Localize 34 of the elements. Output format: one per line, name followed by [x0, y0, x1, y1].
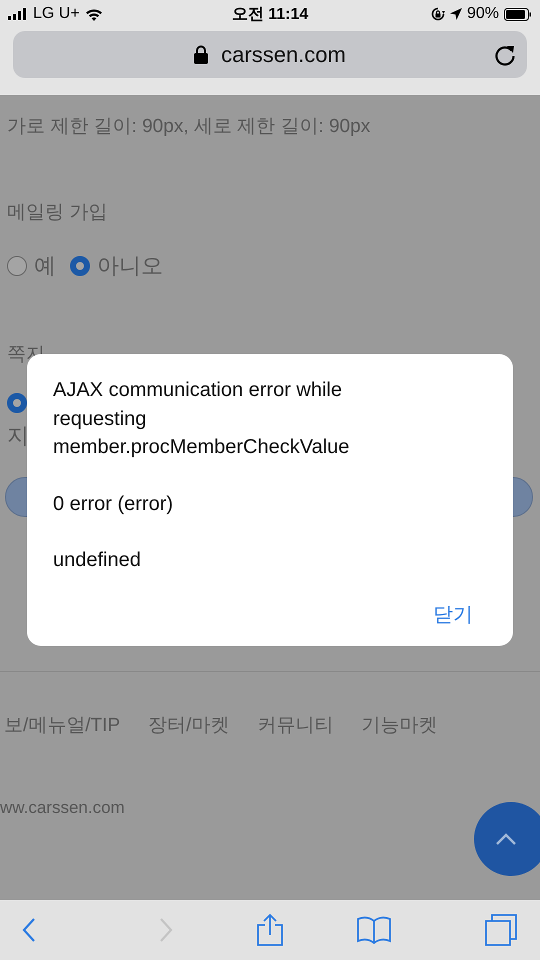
- field-label: 지: [7, 422, 29, 450]
- alert-message: 0 error (error): [53, 492, 174, 516]
- footer-url: ww.carssen.com: [0, 798, 126, 818]
- field-hint: 가로 제한 길이: 90px, 세로 제한 길이: 90px: [7, 115, 372, 139]
- tabs-icon[interactable]: [484, 913, 518, 947]
- battery-icon: [504, 8, 532, 20]
- lock-icon: [194, 45, 208, 64]
- alert-message: undefined: [53, 548, 142, 573]
- close-button[interactable]: 닫기: [419, 598, 487, 630]
- back-icon[interactable]: [22, 917, 36, 943]
- location-arrow-icon: [450, 8, 462, 20]
- radio-label[interactable]: 아니오: [97, 251, 163, 281]
- radio-button[interactable]: [7, 256, 27, 276]
- wifi-icon: [84, 8, 103, 20]
- footer-link[interactable]: 보/메뉴얼/TIP: [4, 712, 120, 738]
- battery-percent: 90%: [466, 5, 499, 23]
- address-field[interactable]: carssen.com: [13, 31, 527, 78]
- reload-icon[interactable]: [494, 44, 516, 66]
- alert-message: AJAX communication error while requesting member.procMemberCheckValue: [53, 378, 350, 460]
- share-icon[interactable]: [256, 913, 284, 947]
- url-text: carssen.com: [221, 42, 346, 68]
- footer-link[interactable]: 장터/마켓: [148, 712, 230, 738]
- clock-time: 오전 11:14: [232, 4, 308, 24]
- signal-icon: [8, 8, 28, 20]
- field-label: 메일링 가입: [7, 201, 108, 225]
- carrier-name: LG U+: [33, 5, 80, 23]
- footer-link[interactable]: 커뮤니티: [257, 712, 334, 738]
- radio-label[interactable]: 예: [34, 251, 56, 281]
- book-icon[interactable]: [357, 915, 391, 945]
- radio-button[interactable]: [70, 256, 90, 276]
- rotation-lock-icon: [430, 7, 445, 21]
- footer-link[interactable]: 기능마켓: [361, 712, 438, 738]
- radio-button[interactable]: [7, 393, 27, 413]
- chevron-up-icon: [495, 832, 517, 846]
